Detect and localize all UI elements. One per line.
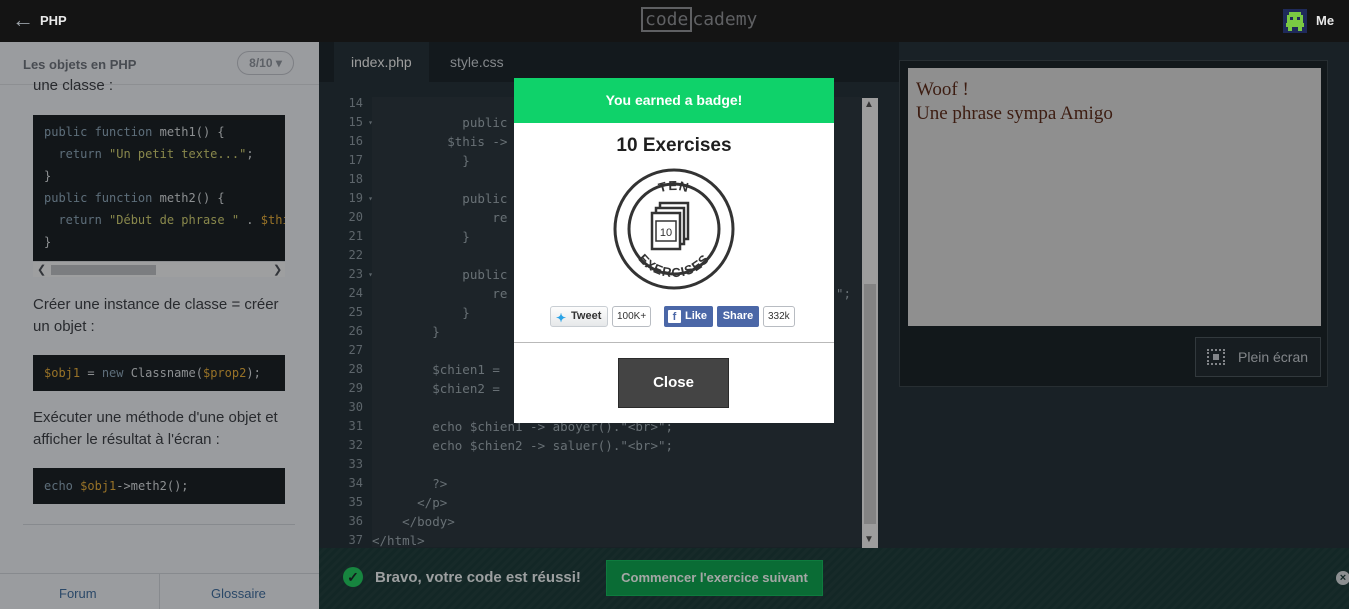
share-row: ✦ Tweet 100K+ f Like Share 332k: [550, 306, 810, 328]
top-bar: ← PHP code cademy Me: [0, 0, 1349, 42]
facebook-share-button[interactable]: Share: [717, 306, 759, 327]
divider: [514, 342, 834, 343]
svg-text:TEN: TEN: [657, 178, 691, 195]
share-count: 332k: [763, 306, 795, 327]
tweet-count: 100K+: [612, 306, 652, 327]
tweet-button[interactable]: ✦ Tweet: [550, 306, 608, 327]
codecademy-logo[interactable]: code cademy: [641, 7, 757, 32]
svg-text:10: 10: [660, 227, 672, 239]
close-button[interactable]: Close: [618, 358, 729, 408]
user-menu[interactable]: Me: [1316, 13, 1334, 28]
badge-title: 10 Exercises: [616, 135, 732, 156]
badge-icon: 10 TEN EXERCISES: [613, 168, 735, 290]
back-arrow-icon[interactable]: ←: [12, 9, 34, 31]
facebook-icon: f: [668, 310, 681, 323]
modal-header: You earned a badge!: [514, 78, 834, 123]
badge-modal: You earned a badge! 10 Exercises 10 TEN …: [514, 78, 834, 423]
avatar-icon[interactable]: [1283, 9, 1307, 33]
facebook-like-button[interactable]: f Like: [664, 306, 713, 327]
twitter-icon: ✦: [556, 311, 567, 325]
course-title[interactable]: PHP: [40, 13, 67, 28]
